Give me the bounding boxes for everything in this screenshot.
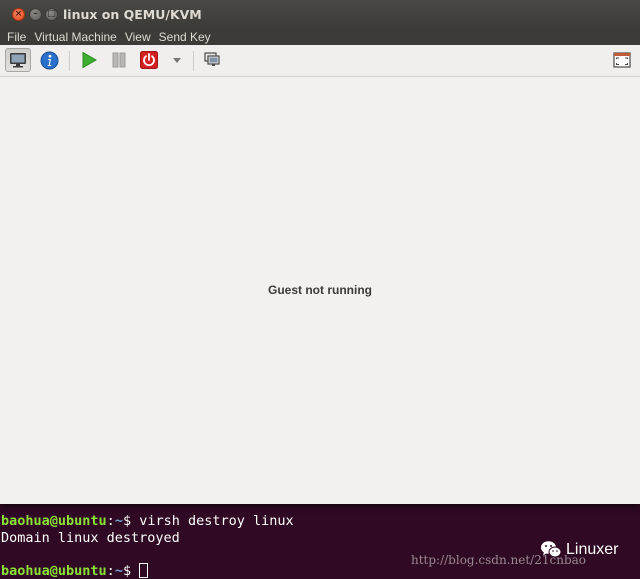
snapshot-icon [204,52,220,66]
prompt-symbol: $ [122,513,140,529]
terminal-cursor [139,563,149,578]
maximize-icon: □ [47,9,56,19]
info-icon [40,51,58,69]
prompt-user: baohua@ubuntu [1,563,107,579]
terminal-output: Domain linux destroyed [1,530,180,546]
menu-file[interactable]: File [0,30,30,44]
menu-view[interactable]: View [121,30,155,44]
prompt-user: baohua@ubuntu [1,513,107,529]
minimize-icon: – [33,9,38,19]
fullscreen-icon [613,52,631,68]
guest-status-message: Guest not running [268,283,372,297]
guest-display-area[interactable]: Guest not running [0,77,640,504]
toolbar-separator [69,51,70,71]
prompt-symbol: $ [122,563,140,579]
shutdown-dropdown-arrow[interactable] [173,58,181,63]
close-icon: × [14,9,23,19]
snapshots-button[interactable] [200,48,226,72]
power-icon [140,51,158,69]
menu-send-key[interactable]: Send Key [155,30,215,44]
vm-viewer-window: × – □ linux on QEMU/KVM File Virtual Mac… [0,0,640,504]
monitor-icon [10,53,26,68]
shutdown-button[interactable] [136,48,162,72]
terminal-command: virsh destroy linux [139,513,294,529]
close-button[interactable]: × [12,8,25,21]
window-title: linux on QEMU/KVM [63,7,202,22]
minimize-button[interactable]: – [29,8,42,21]
menu-bar: File Virtual Machine View Send Key [0,28,640,45]
fullscreen-button[interactable] [609,48,635,72]
pause-icon [112,52,126,68]
run-button[interactable] [76,48,102,72]
pause-button[interactable] [106,48,132,72]
play-icon [82,51,98,69]
terminal-line: baohua@ubuntu:~$ virsh destroy linux [1,513,294,529]
prompt-path: ~ [114,563,123,579]
prompt-separator: : [106,563,115,579]
terminal-line: baohua@ubuntu:~$ [1,563,149,579]
console-button[interactable] [5,48,31,72]
prompt-separator: : [106,513,115,529]
prompt-path: ~ [114,513,123,529]
watermark-brand-name: Linuxer [566,540,619,558]
watermark-brand: Linuxer [540,540,618,559]
details-button[interactable] [36,48,62,72]
wechat-icon [541,541,562,558]
toolbar-separator [193,51,194,71]
title-bar[interactable]: × – □ linux on QEMU/KVM [0,0,640,29]
toolbar [0,45,640,77]
menu-virtual-machine[interactable]: Virtual Machine [30,30,121,44]
maximize-button[interactable]: □ [45,8,58,21]
